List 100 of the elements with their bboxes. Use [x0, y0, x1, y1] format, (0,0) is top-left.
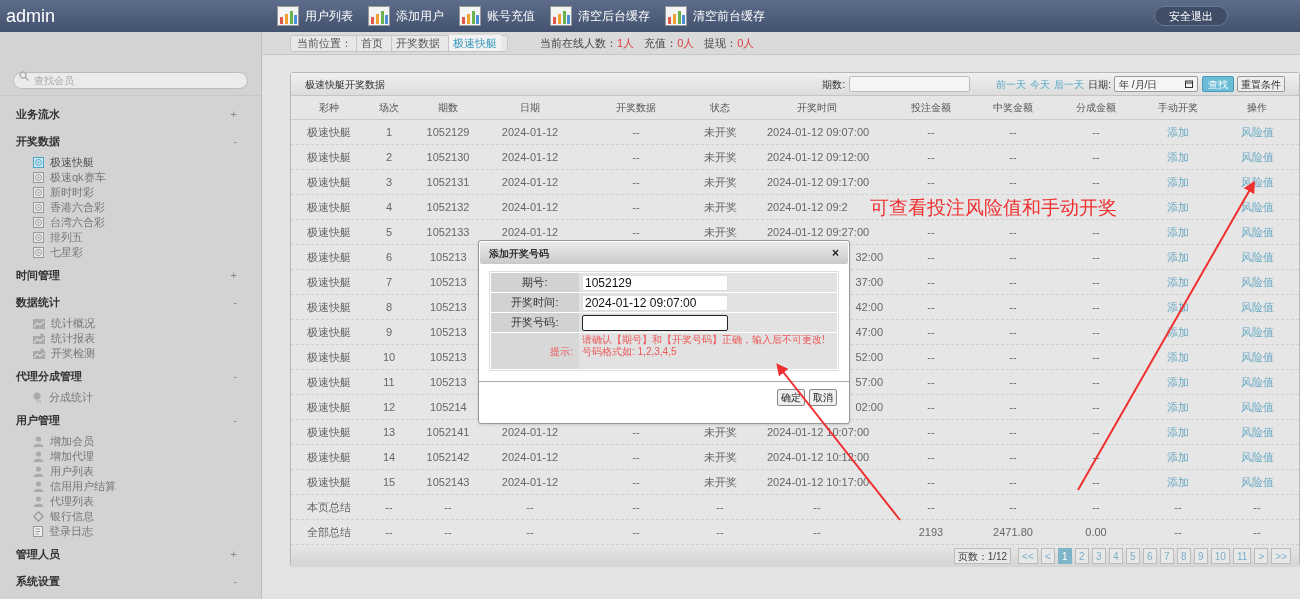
nav-button[interactable]: 清空后台缓存: [545, 2, 660, 30]
sidebar-item[interactable]: 极速快艇: [50, 154, 94, 171]
search-button[interactable]: 查找: [1202, 76, 1234, 92]
page-button[interactable]: 3: [1091, 548, 1106, 564]
add-link[interactable]: 添加: [1167, 223, 1189, 241]
toggle-sign[interactable]: +: [230, 106, 237, 123]
risk-value-link[interactable]: 风险值: [1240, 348, 1274, 366]
risk-value-link[interactable]: 风险值: [1240, 398, 1274, 416]
day-link[interactable]: 前一天: [996, 76, 1027, 92]
page-button[interactable]: 6: [1142, 548, 1157, 564]
breadcrumb-link[interactable]: 极速快艇: [448, 34, 501, 52]
close-button[interactable]: ×: [832, 244, 839, 262]
sidebar-section-title[interactable]: 业务流水: [16, 106, 60, 123]
breadcrumb-link[interactable]: 开奖数据: [391, 34, 444, 52]
risk-value-link[interactable]: 风险值: [1240, 198, 1274, 216]
add-link[interactable]: 添加: [1167, 198, 1189, 216]
add-link[interactable]: 添加: [1167, 248, 1189, 266]
sidebar-section-title[interactable]: 用户管理: [16, 412, 60, 429]
risk-value-link[interactable]: 风险值: [1240, 373, 1274, 391]
add-link[interactable]: 添加: [1167, 348, 1189, 366]
add-link[interactable]: 添加: [1167, 423, 1189, 441]
sidebar-item[interactable]: 新时时彩: [50, 184, 94, 201]
nav-button[interactable]: 清空前台缓存: [660, 2, 775, 30]
sidebar-item[interactable]: 代理列表: [50, 493, 94, 510]
breadcrumb-link[interactable]: 首页: [356, 34, 387, 52]
toggle-sign[interactable]: -: [233, 573, 237, 590]
page-button[interactable]: 7: [1159, 548, 1174, 564]
risk-value-link[interactable]: 风险值: [1240, 423, 1274, 441]
toggle-sign[interactable]: -: [233, 294, 237, 311]
risk-value-link[interactable]: 风险值: [1240, 273, 1274, 291]
toggle-sign[interactable]: +: [230, 546, 237, 563]
dialog-button[interactable]: 取消: [809, 389, 837, 406]
sidebar-section-title[interactable]: 开奖数据: [16, 133, 60, 150]
logout-button[interactable]: 安全退出: [1154, 6, 1228, 26]
page-button[interactable]: <<: [1018, 548, 1038, 564]
add-link[interactable]: 添加: [1167, 173, 1189, 191]
page-button[interactable]: 10: [1210, 548, 1230, 564]
sidebar-item[interactable]: 台湾六合彩: [50, 214, 105, 231]
table-cell-text: 1052141: [426, 424, 470, 440]
sidebar-item[interactable]: 极速qk赛车: [50, 169, 106, 186]
page-button[interactable]: 2: [1074, 548, 1089, 564]
nav-button[interactable]: 添加用户: [363, 2, 454, 30]
add-link[interactable]: 添加: [1167, 473, 1189, 491]
sidebar-item[interactable]: 香港六合彩: [50, 199, 105, 216]
sidebar-item[interactable]: 银行信息: [50, 508, 94, 525]
form-input[interactable]: 1052129: [582, 274, 728, 291]
form-input[interactable]: [582, 314, 728, 331]
add-link[interactable]: 添加: [1167, 373, 1189, 391]
nav-button[interactable]: 账号充值: [454, 2, 545, 30]
day-link[interactable]: 今天: [1030, 76, 1051, 92]
sidebar-section-title[interactable]: 时间管理: [16, 267, 60, 284]
target-icon: [33, 232, 44, 243]
risk-value-link[interactable]: 风险值: [1240, 323, 1274, 341]
risk-value-link[interactable]: 风险值: [1240, 248, 1274, 266]
issue-field[interactable]: [849, 76, 971, 92]
sidebar-item[interactable]: 信用用户结算: [50, 478, 116, 495]
form-input[interactable]: 2024-01-12 09:07:00: [582, 294, 728, 311]
page-button[interactable]: >>: [1271, 548, 1291, 564]
page-button[interactable]: 9: [1193, 548, 1208, 564]
page-button[interactable]: >: [1254, 548, 1269, 564]
sidebar-item[interactable]: 登录日志: [49, 523, 93, 540]
risk-value-link[interactable]: 风险值: [1240, 223, 1274, 241]
add-link[interactable]: 添加: [1167, 448, 1189, 466]
page-button[interactable]: 1: [1057, 548, 1072, 564]
day-link[interactable]: 后一天: [1054, 76, 1085, 92]
page-button[interactable]: <: [1040, 548, 1055, 564]
risk-value-link[interactable]: 风险值: [1240, 123, 1274, 141]
sidebar-item[interactable]: 增加代理: [50, 448, 94, 465]
add-link[interactable]: 添加: [1167, 148, 1189, 166]
sidebar-section-title[interactable]: 代理分成管理: [16, 368, 82, 385]
toggle-sign[interactable]: +: [230, 267, 237, 284]
sidebar-item[interactable]: 用户列表: [50, 463, 94, 480]
sidebar-item[interactable]: 开奖检测: [51, 345, 95, 362]
page-button[interactable]: 4: [1108, 548, 1123, 564]
reset-button[interactable]: 重置条件: [1237, 76, 1285, 92]
nav-button[interactable]: 用户列表: [272, 2, 363, 30]
sidebar-section-title[interactable]: 管理人员: [16, 546, 60, 563]
add-link[interactable]: 添加: [1167, 123, 1189, 141]
sidebar-section-title[interactable]: 系统设置: [16, 573, 60, 590]
sidebar-item[interactable]: 统计报表: [51, 330, 95, 347]
add-link[interactable]: 添加: [1167, 273, 1189, 291]
sidebar-item[interactable]: 分成统计: [49, 389, 93, 406]
page-button[interactable]: 8: [1176, 548, 1191, 564]
toggle-sign[interactable]: -: [233, 368, 237, 385]
risk-value-link[interactable]: 风险值: [1240, 148, 1274, 166]
risk-value-link[interactable]: 风险值: [1240, 448, 1274, 466]
add-link[interactable]: 添加: [1167, 398, 1189, 416]
date-field[interactable]: 年 /月/日: [1114, 76, 1198, 92]
sidebar-item[interactable]: 排列五: [50, 229, 83, 246]
dialog-button[interactable]: 确定: [777, 389, 805, 406]
risk-value-link[interactable]: 风险值: [1240, 473, 1274, 491]
sidebar-item[interactable]: 七星彩: [50, 244, 83, 261]
toggle-sign[interactable]: -: [233, 412, 237, 429]
sidebar-item[interactable]: 统计概况: [51, 315, 95, 332]
sidebar-item[interactable]: 增加会员: [50, 433, 94, 450]
page-button[interactable]: 11: [1232, 548, 1252, 564]
risk-value-link[interactable]: 风险值: [1240, 298, 1274, 316]
sidebar-section-title[interactable]: 数据统计: [16, 294, 60, 311]
toggle-sign[interactable]: -: [233, 133, 237, 150]
page-button[interactable]: 5: [1125, 548, 1140, 564]
